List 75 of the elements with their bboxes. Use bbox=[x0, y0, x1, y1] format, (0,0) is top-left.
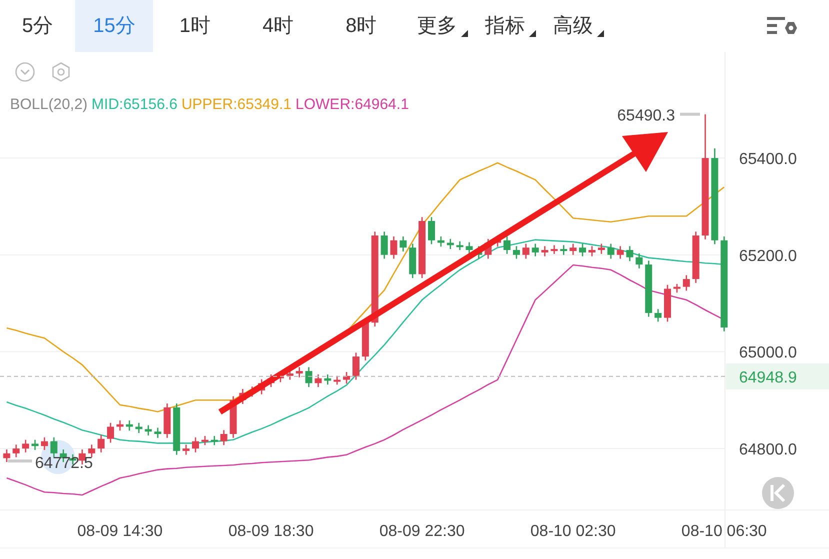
candlestick bbox=[616, 245, 624, 260]
dropdown-caret-icon bbox=[528, 30, 536, 37]
dropdown-caret-icon bbox=[460, 30, 468, 37]
candlestick bbox=[532, 243, 539, 257]
marker-line bbox=[680, 112, 700, 116]
candlestick bbox=[305, 366, 312, 388]
candlestick bbox=[98, 434, 105, 454]
time-axis-label: 08-09 14:30 bbox=[77, 523, 163, 540]
expand-icon[interactable] bbox=[15, 62, 35, 82]
timeframe-tab[interactable]: 1时 bbox=[153, 0, 236, 52]
candlestick bbox=[380, 230, 388, 260]
current-price-label: 64948.9 bbox=[739, 369, 797, 386]
candlestick bbox=[522, 243, 530, 260]
candlestick bbox=[12, 444, 20, 458]
candlestick bbox=[390, 236, 398, 260]
candlestick bbox=[107, 422, 114, 444]
candlestick bbox=[504, 236, 511, 255]
candlestick bbox=[144, 424, 152, 436]
candlestick bbox=[428, 216, 435, 245]
time-axis-label: 08-10 06:30 bbox=[681, 523, 767, 540]
time-axis-label: 08-09 18:30 bbox=[228, 523, 314, 540]
candlestick bbox=[588, 245, 596, 257]
candlestick bbox=[550, 244, 558, 255]
timeframe-tab[interactable]: 更多 bbox=[402, 0, 471, 52]
candlestick bbox=[88, 444, 96, 458]
candlestick bbox=[32, 439, 39, 451]
candlestick bbox=[607, 243, 614, 260]
candlestick bbox=[466, 242, 473, 255]
price-axis-label: 65000.0 bbox=[739, 344, 797, 362]
collapse-button[interactable] bbox=[762, 477, 794, 509]
indicator-value: MID:65156.6 bbox=[92, 95, 178, 115]
time-axis-label: 08-09 22:30 bbox=[379, 523, 465, 540]
candlestick bbox=[512, 245, 520, 260]
candlestick bbox=[201, 435, 208, 446]
high-price-label: 65490.3 bbox=[617, 107, 675, 124]
candlestick bbox=[437, 236, 444, 248]
candlestick bbox=[570, 243, 577, 256]
candlestick bbox=[598, 243, 605, 255]
candlestick bbox=[220, 429, 228, 446]
price-axis-label: 65200.0 bbox=[739, 248, 797, 265]
candlestick bbox=[682, 274, 690, 292]
timeframe-tab[interactable]: 4时 bbox=[236, 0, 320, 52]
candlestick bbox=[400, 236, 407, 252]
candlestick bbox=[182, 444, 190, 456]
candlestick bbox=[210, 435, 218, 446]
candlestick bbox=[296, 366, 303, 378]
candlestick bbox=[352, 352, 360, 380]
indicator-value: UPPER:65349.1 bbox=[181, 95, 292, 115]
timeframe-tab[interactable]: 15分 bbox=[75, 0, 154, 52]
price-axis-label: 65400.0 bbox=[739, 151, 797, 168]
timeframe-tab[interactable]: 8时 bbox=[320, 0, 403, 52]
indicator-value: BOLL(20,2) bbox=[10, 95, 88, 115]
timeframe-tab[interactable]: 5分 bbox=[0, 0, 76, 52]
candlestick bbox=[636, 252, 643, 270]
candlestick bbox=[3, 448, 10, 463]
low-price-label: 64772.5 bbox=[35, 455, 93, 472]
timeframe-tab[interactable]: 指标 bbox=[470, 0, 539, 52]
candlestick bbox=[654, 308, 662, 322]
dropdown-caret-icon bbox=[596, 30, 604, 37]
candlestick bbox=[154, 427, 162, 439]
candlestick bbox=[50, 436, 58, 458]
candlestick bbox=[22, 439, 30, 454]
candlestick bbox=[541, 245, 548, 257]
timeframe-tab[interactable]: 高级 bbox=[538, 0, 607, 52]
candlestick bbox=[560, 244, 568, 256]
time-axis-label: 08-10 02:30 bbox=[530, 523, 616, 540]
candlestick bbox=[192, 436, 199, 454]
candlestick bbox=[40, 436, 48, 451]
candlestick bbox=[579, 243, 586, 257]
indicator-value: LOWER:64964.1 bbox=[296, 95, 409, 115]
marker-line bbox=[8, 460, 32, 462]
candlestick bbox=[135, 422, 142, 434]
price-axis-label: 64800.0 bbox=[739, 442, 797, 459]
candlestick bbox=[314, 374, 322, 388]
candlestick bbox=[626, 245, 634, 262]
